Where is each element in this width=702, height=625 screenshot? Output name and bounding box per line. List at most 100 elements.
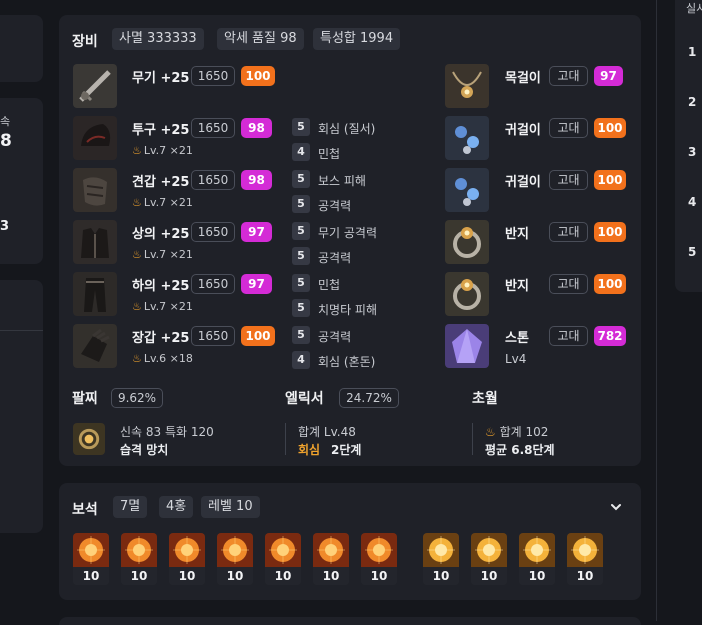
equipment-name: 하의 +25 bbox=[132, 279, 190, 294]
effect-level-badge: 5 bbox=[292, 222, 310, 240]
left-stat-value-2: 3 bbox=[0, 219, 10, 234]
elixir-level: ♨ Lv.7 ×21 bbox=[132, 196, 193, 209]
equipment-name: 무기 +25 bbox=[132, 71, 190, 86]
effect-name: 회심 (혼돈) bbox=[318, 355, 376, 369]
earring-icon[interactable] bbox=[445, 116, 489, 160]
equipment-name: 투구 +25 bbox=[132, 123, 190, 138]
grade-badge: 고대 bbox=[549, 222, 588, 242]
equipment-name: 상의 +25 bbox=[132, 227, 190, 242]
flame-icon: ♨ bbox=[132, 300, 142, 313]
transcend-average: 평균 6.8단계 bbox=[485, 443, 555, 457]
equipment-name: 견갑 +25 bbox=[132, 175, 190, 190]
flame-icon: ♨ bbox=[132, 352, 142, 365]
quality-badge: 97 bbox=[241, 222, 272, 242]
gem-slot[interactable]: 10 bbox=[471, 533, 507, 585]
quality-badge: 100 bbox=[594, 222, 626, 242]
left-card-top bbox=[0, 15, 43, 82]
item-level: 1650 bbox=[191, 326, 235, 346]
rank-number: 4 bbox=[688, 195, 697, 209]
grade-badge: 고대 bbox=[549, 274, 588, 294]
effect-name: 회심 (질서) bbox=[318, 122, 376, 136]
gem-slot[interactable]: 10 bbox=[567, 533, 603, 585]
gem-slot[interactable]: 10 bbox=[519, 533, 555, 585]
transcend-count: ×21 bbox=[169, 300, 193, 313]
quality-badge: 98 bbox=[241, 170, 272, 190]
gem-icon bbox=[121, 533, 157, 567]
rank-number: 5 bbox=[688, 245, 697, 259]
effect-level-badge: 4 bbox=[292, 143, 310, 161]
ring-icon[interactable] bbox=[445, 220, 489, 264]
equipment-panel: 장비 사멸 333333 악세 품질 98 특성합 1994 무기 +25 165… bbox=[59, 15, 641, 466]
gem-slot[interactable]: 10 bbox=[423, 533, 459, 585]
gem-icon bbox=[519, 533, 555, 567]
item-level: 1650 bbox=[191, 170, 235, 190]
equipment-name: 장갑 +25 bbox=[132, 331, 190, 346]
earring-icon[interactable] bbox=[445, 168, 489, 212]
gem-slot[interactable]: 10 bbox=[169, 533, 205, 585]
elixir-level: ♨ Lv.7 ×21 bbox=[132, 300, 193, 313]
chevron-down-icon[interactable] bbox=[609, 499, 623, 513]
flame-icon: ♨ bbox=[132, 196, 142, 209]
gem-level: 10 bbox=[73, 567, 109, 585]
weapon-icon[interactable] bbox=[73, 64, 117, 108]
equipment-title: 장비 bbox=[72, 34, 98, 50]
grade-badge: 고대 bbox=[549, 326, 588, 346]
quality-badge: 100 bbox=[594, 170, 626, 190]
gem-slot[interactable]: 10 bbox=[217, 533, 253, 585]
flame-icon: ♨ bbox=[132, 144, 142, 157]
quality-badge: 100 bbox=[241, 326, 275, 346]
transcend-total-text: 합계 102 bbox=[499, 425, 549, 439]
rank-number: 2 bbox=[688, 95, 697, 109]
gem-icon bbox=[169, 533, 205, 567]
pants-icon[interactable] bbox=[73, 272, 117, 316]
next-panel-edge bbox=[59, 617, 641, 625]
transcend-count: ×21 bbox=[169, 248, 193, 261]
tag-combat-power: 사멸 333333 bbox=[112, 28, 204, 50]
gem-icon bbox=[567, 533, 603, 567]
tag-stat-sum: 특성합 1994 bbox=[313, 28, 401, 50]
gem-slot[interactable]: 10 bbox=[361, 533, 397, 585]
flame-icon: ♨ bbox=[485, 425, 496, 439]
effect-name: 공격력 bbox=[318, 251, 352, 265]
grade-badge: 고대 bbox=[549, 170, 588, 190]
stone-level: Lv4 bbox=[505, 352, 527, 366]
gem-icon bbox=[423, 533, 459, 567]
bracelet-stats: 신속 83 특화 120 bbox=[120, 425, 214, 439]
quality-badge: 782 bbox=[594, 326, 626, 346]
grade-badge: 고대 bbox=[549, 66, 588, 86]
quality-badge: 97 bbox=[594, 66, 623, 86]
gem-icon bbox=[217, 533, 253, 567]
helmet-icon[interactable] bbox=[73, 116, 117, 160]
gem-level: 10 bbox=[423, 567, 459, 585]
gem-slot[interactable]: 10 bbox=[121, 533, 157, 585]
chest-icon[interactable] bbox=[73, 220, 117, 264]
gem-slot[interactable]: 10 bbox=[313, 533, 349, 585]
grade-badge: 고대 bbox=[549, 118, 588, 138]
elixir-level: ♨ Lv.6 ×18 bbox=[132, 352, 193, 365]
bracelet-icon[interactable] bbox=[73, 423, 105, 455]
transcend-total: ♨ 합계 102 bbox=[485, 423, 548, 440]
gem-icon bbox=[471, 533, 507, 567]
left-stat-value: 8 bbox=[0, 131, 12, 151]
quality-badge: 97 bbox=[241, 274, 272, 294]
item-level: 1650 bbox=[191, 222, 235, 242]
gem-slot[interactable]: 10 bbox=[265, 533, 301, 585]
stone-icon[interactable] bbox=[445, 324, 489, 368]
tag-gem-level: 레벨 10 bbox=[201, 496, 260, 518]
effect-name: 치명타 피해 bbox=[318, 303, 378, 317]
shoulder-icon[interactable] bbox=[73, 168, 117, 212]
gem-icon bbox=[313, 533, 349, 567]
elixir-level: ♨ Lv.7 ×21 bbox=[132, 144, 193, 157]
right-rail-header: 실시 bbox=[686, 2, 702, 15]
accessory-name: 스톤 bbox=[505, 331, 529, 346]
elixir-title: 엘릭서 bbox=[285, 391, 324, 407]
necklace-icon[interactable] bbox=[445, 64, 489, 108]
effect-level-badge: 5 bbox=[292, 299, 310, 317]
gloves-icon[interactable] bbox=[73, 324, 117, 368]
divider bbox=[472, 423, 473, 455]
gem-level: 10 bbox=[361, 567, 397, 585]
gem-slot[interactable]: 10 bbox=[73, 533, 109, 585]
ring-icon[interactable] bbox=[445, 272, 489, 316]
divider bbox=[285, 423, 286, 455]
elixir-total: 합계 Lv.48 bbox=[298, 425, 356, 439]
